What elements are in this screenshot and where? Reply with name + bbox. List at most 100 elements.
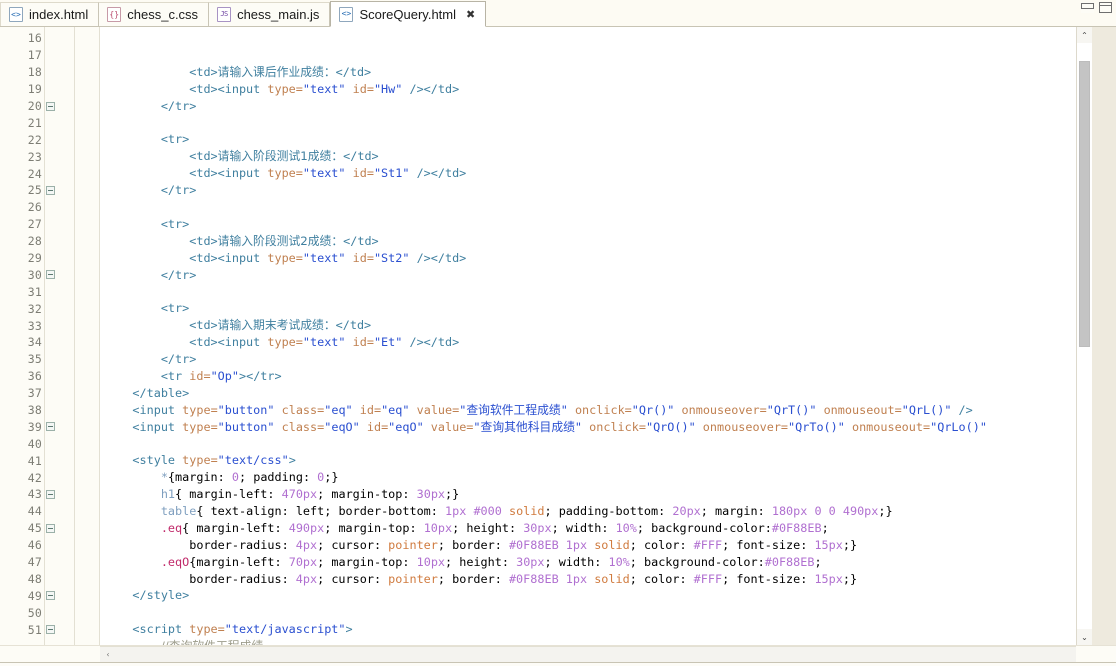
- vertical-scroll-thumb[interactable]: [1079, 61, 1090, 347]
- code-token: "button": [217, 419, 275, 434]
- code-token: id=: [189, 368, 211, 383]
- code-token: "St1": [373, 166, 410, 181]
- line-number: 51: [27, 622, 42, 637]
- horizontal-scrollbar[interactable]: ‹: [100, 646, 1076, 662]
- gutter-line: 49: [0, 587, 100, 604]
- code-token: >: [288, 453, 296, 468]
- code-token: cursor: [331, 571, 374, 586]
- tab-label: index.html: [29, 7, 89, 22]
- line-number: 26: [27, 200, 42, 215]
- scroll-left-arrow-icon[interactable]: ‹: [100, 647, 116, 662]
- scroll-down-arrow-icon[interactable]: ⌄: [1077, 629, 1092, 645]
- code-token: {: [196, 503, 211, 518]
- code-token: "eqO": [324, 419, 360, 434]
- code-token: border-radius: [189, 537, 282, 552]
- code-token: </tr>: [160, 183, 197, 198]
- gutter-line: 38: [0, 402, 100, 419]
- code-token: <td><input: [189, 166, 261, 181]
- code-token: <tr>: [160, 132, 190, 147]
- line-number: 36: [27, 369, 42, 384]
- editor-tab-scorequery-html[interactable]: <> ScoreQuery.html ✖: [330, 1, 487, 27]
- code-content[interactable]: <td>请输入课后作业成绩：</td> <td><input type="tex…: [100, 27, 1076, 645]
- maximize-icon[interactable]: [1099, 2, 1112, 13]
- line-number: 38: [27, 403, 42, 418]
- gutter-line: 25: [0, 182, 100, 199]
- window-bottom-edge: [0, 662, 1116, 666]
- html-file-icon: <>: [339, 6, 354, 22]
- scroll-up-arrow-icon[interactable]: ⌃: [1077, 27, 1092, 43]
- code-token: </tr>: [160, 351, 197, 366]
- editor-tab-chess-c-css[interactable]: {} chess_c.css: [99, 2, 210, 26]
- code-token: ;: [317, 571, 332, 586]
- code-token: ;: [317, 487, 332, 502]
- source-editor[interactable]: 16 17 18 19 20 21 22 23 24 25 26 27 28 29 30 31 32 33 34 35…: [0, 27, 1076, 645]
- code-token: </td>: [335, 318, 372, 333]
- code-token: type=: [182, 402, 218, 417]
- code-token: ;: [821, 520, 829, 535]
- gutter-line: 35: [0, 351, 100, 368]
- editor-tab-chess-main-js[interactable]: JS chess_main.js: [209, 2, 331, 26]
- code-token: 10px: [423, 520, 453, 535]
- tab-close-icon[interactable]: ✖: [466, 9, 475, 20]
- fold-collapse-icon[interactable]: [46, 101, 55, 111]
- fold-collapse-icon[interactable]: [46, 422, 55, 432]
- code-token: type=: [182, 419, 218, 434]
- code-token: ": [574, 419, 583, 434]
- code-token: 30px: [523, 520, 552, 535]
- code-token: :: [274, 554, 289, 569]
- fold-collapse-icon[interactable]: [46, 185, 55, 195]
- vertical-scroll-track[interactable]: [1077, 43, 1092, 629]
- code-token: :: [217, 470, 232, 485]
- code-token: id=: [352, 335, 374, 350]
- gutter-line: 30: [0, 266, 100, 283]
- line-number: 43: [27, 487, 42, 502]
- line-number-gutter[interactable]: 16 17 18 19 20 21 22 23 24 25 26 27 28 29 30 31 32 33 34 35…: [0, 27, 100, 645]
- fold-collapse-icon[interactable]: [46, 489, 55, 499]
- editor-tab-index-html[interactable]: <> index.html: [0, 2, 100, 26]
- code-token: type=: [267, 335, 303, 350]
- code-token: <input: [132, 419, 176, 434]
- gutter-line: 40: [0, 435, 100, 452]
- js-file-icon: JS: [217, 7, 232, 22]
- code-line: <tr>: [100, 216, 1076, 233]
- line-number: 44: [27, 504, 42, 519]
- code-token: :: [281, 537, 296, 552]
- vertical-scrollbar[interactable]: ⌃ ⌄: [1076, 27, 1092, 645]
- fold-collapse-icon[interactable]: [46, 591, 55, 601]
- line-number: 33: [27, 318, 42, 333]
- code-token: #0F88EB: [508, 537, 559, 552]
- tab-label: ScoreQuery.html: [359, 6, 457, 22]
- fold-collapse-icon[interactable]: [46, 625, 55, 635]
- code-token: 470px: [281, 487, 318, 502]
- code-token: h1: [160, 487, 176, 502]
- code-token: /></td>: [409, 335, 460, 350]
- code-token: type=: [267, 250, 303, 265]
- fold-collapse-icon[interactable]: [46, 270, 55, 280]
- line-number: 40: [27, 436, 42, 451]
- code-token: 请输入课后作业成绩：: [217, 64, 336, 79]
- code-token: "text": [302, 250, 346, 265]
- code-token: :: [658, 503, 673, 518]
- code-token: ;: [544, 554, 559, 569]
- code-token: :: [757, 503, 772, 518]
- minimize-icon[interactable]: [1081, 2, 1094, 13]
- gutter-line: 32: [0, 300, 100, 317]
- fold-collapse-icon[interactable]: [46, 523, 55, 533]
- code-token: id=: [359, 402, 382, 417]
- code-token: /></td>: [416, 166, 467, 181]
- code-token: </tr>: [160, 267, 197, 282]
- code-token: <td>: [189, 64, 218, 79]
